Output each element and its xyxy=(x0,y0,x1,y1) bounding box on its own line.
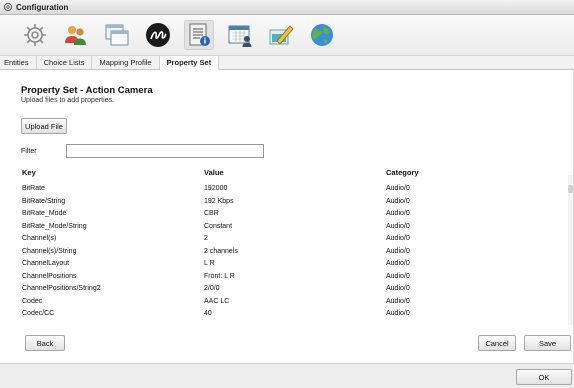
tab-entities[interactable]: Entities xyxy=(0,56,37,69)
cell-key: Channel(s) xyxy=(22,235,57,242)
filter-input[interactable] xyxy=(66,144,264,158)
cell-key: BitRate/String xyxy=(22,197,66,205)
edit-tool-button[interactable] xyxy=(266,20,296,50)
table-row[interactable]: ChannelLayout L R Audio/0 xyxy=(0,258,568,271)
table-row[interactable]: BitRate_Mode CBR Audio/0 xyxy=(0,208,568,221)
save-button[interactable]: Save xyxy=(524,335,571,351)
logo-icon xyxy=(146,23,170,47)
page-subtitle: Upload files to add properties. xyxy=(21,97,114,104)
table-row[interactable]: BitRate 192000 Audio/0 xyxy=(0,183,568,196)
cell-category: Audio/0 xyxy=(386,272,410,280)
tab-property-set[interactable]: Property Set xyxy=(159,56,220,70)
cell-value: 2/0/0 xyxy=(204,285,220,292)
cell-category: Audio/0 xyxy=(386,297,410,305)
globe-tool-button[interactable] xyxy=(307,20,337,50)
cell-key: Codec xyxy=(22,297,43,305)
cell-value: 2 channels xyxy=(204,247,238,255)
property-set-tool-button[interactable] xyxy=(184,20,214,50)
cell-category: Audio/0 xyxy=(386,285,410,292)
cell-category: Audio/0 xyxy=(386,185,410,192)
dialog-footer: OK xyxy=(0,363,574,388)
cell-category: Audio/0 xyxy=(386,260,410,267)
column-header-category[interactable]: Category xyxy=(386,168,419,177)
cell-key: BitRate_Mode/String xyxy=(22,222,87,230)
table-row[interactable]: Codec/CC 40 Audio/0 xyxy=(0,308,568,321)
table-row[interactable]: ChannelPositions/String2 2/0/0 Audio/0 xyxy=(0,283,568,296)
table-row[interactable]: BitRate/String 192 Kbps Audio/0 xyxy=(0,196,568,209)
ok-button[interactable]: OK xyxy=(516,369,572,385)
cell-value: AAC LC xyxy=(204,297,230,305)
column-header-key[interactable]: Key xyxy=(22,168,36,177)
table-row[interactable]: ChannelPositions Front: L R Audio/0 xyxy=(0,271,568,284)
cell-category: Audio/0 xyxy=(386,247,410,255)
cell-category: Audio/0 xyxy=(386,210,410,217)
calendar-user-icon xyxy=(228,25,252,47)
table-row[interactable]: Codec AAC LC Audio/0 xyxy=(0,296,568,309)
cancel-button[interactable]: Cancel xyxy=(478,335,516,351)
cell-value: CBR xyxy=(204,210,219,217)
gear-icon xyxy=(24,24,46,46)
table-scrollbar[interactable] xyxy=(568,175,573,325)
cell-category: Audio/0 xyxy=(386,310,410,317)
cell-key: Codec/CC xyxy=(22,310,55,317)
users-icon xyxy=(65,26,86,45)
gear-icon xyxy=(3,2,13,12)
pencil-icon xyxy=(269,25,294,45)
globe-icon xyxy=(311,24,333,46)
title-bar: Configuration xyxy=(0,0,574,15)
property-set-panel: Property Set - Action Camera Upload file… xyxy=(0,70,574,363)
cell-category: Audio/0 xyxy=(386,197,410,205)
cell-key: ChannelPositions/String2 xyxy=(22,285,101,292)
cell-key: BitRate_Mode xyxy=(22,210,67,217)
settings-tool-button[interactable] xyxy=(20,20,50,50)
users-tool-button[interactable] xyxy=(61,20,91,50)
cell-value: Constant xyxy=(204,222,233,230)
property-table-body: BitRate 192000 Audio/0 BitRate/String 19… xyxy=(0,183,568,325)
cell-category: Audio/0 xyxy=(386,235,410,242)
tab-mapping-profile[interactable]: Mapping Profile xyxy=(92,56,160,69)
column-header-value[interactable]: Value xyxy=(204,168,224,177)
cell-value: 40 xyxy=(204,310,212,317)
cell-value: Front: L R xyxy=(204,272,235,280)
filter-label: Filter xyxy=(21,148,37,155)
page-title: Property Set - Action Camera xyxy=(21,85,153,96)
cell-value: 192000 xyxy=(204,185,228,192)
tab-bar: Entities Choice Lists Mapping Profile Pr… xyxy=(0,55,574,70)
window-title: Configuration xyxy=(16,2,69,12)
back-button[interactable]: Back xyxy=(25,335,65,351)
toolbar xyxy=(0,15,574,55)
scrollbar-thumb[interactable] xyxy=(568,185,573,193)
cell-key: Channel(s)/String xyxy=(22,247,77,255)
cell-key: BitRate xyxy=(22,185,45,192)
calendar-tool-button[interactable] xyxy=(225,20,255,50)
property-document-icon xyxy=(189,23,210,46)
logo-tool-button[interactable] xyxy=(143,20,173,50)
tab-choice-lists[interactable]: Choice Lists xyxy=(37,56,93,69)
cell-key: ChannelPositions xyxy=(22,272,77,280)
table-header: Key Value Category xyxy=(0,168,568,180)
upload-file-button[interactable]: Upload File xyxy=(21,118,67,134)
table-row[interactable]: Channel(s)/String 2 channels Audio/0 xyxy=(0,246,568,259)
cell-value: 192 Kbps xyxy=(204,197,234,205)
cell-key: ChannelLayout xyxy=(22,260,70,267)
cell-value: 2 xyxy=(204,235,208,242)
table-row[interactable]: Channel(s) 2 Audio/0 xyxy=(0,233,568,246)
cell-category: Audio/0 xyxy=(386,222,410,230)
table-row[interactable]: BitRate_Mode/String Constant Audio/0 xyxy=(0,221,568,234)
windows-tool-button[interactable] xyxy=(102,20,132,50)
cell-value: L R xyxy=(204,260,215,267)
windows-icon xyxy=(105,24,129,46)
